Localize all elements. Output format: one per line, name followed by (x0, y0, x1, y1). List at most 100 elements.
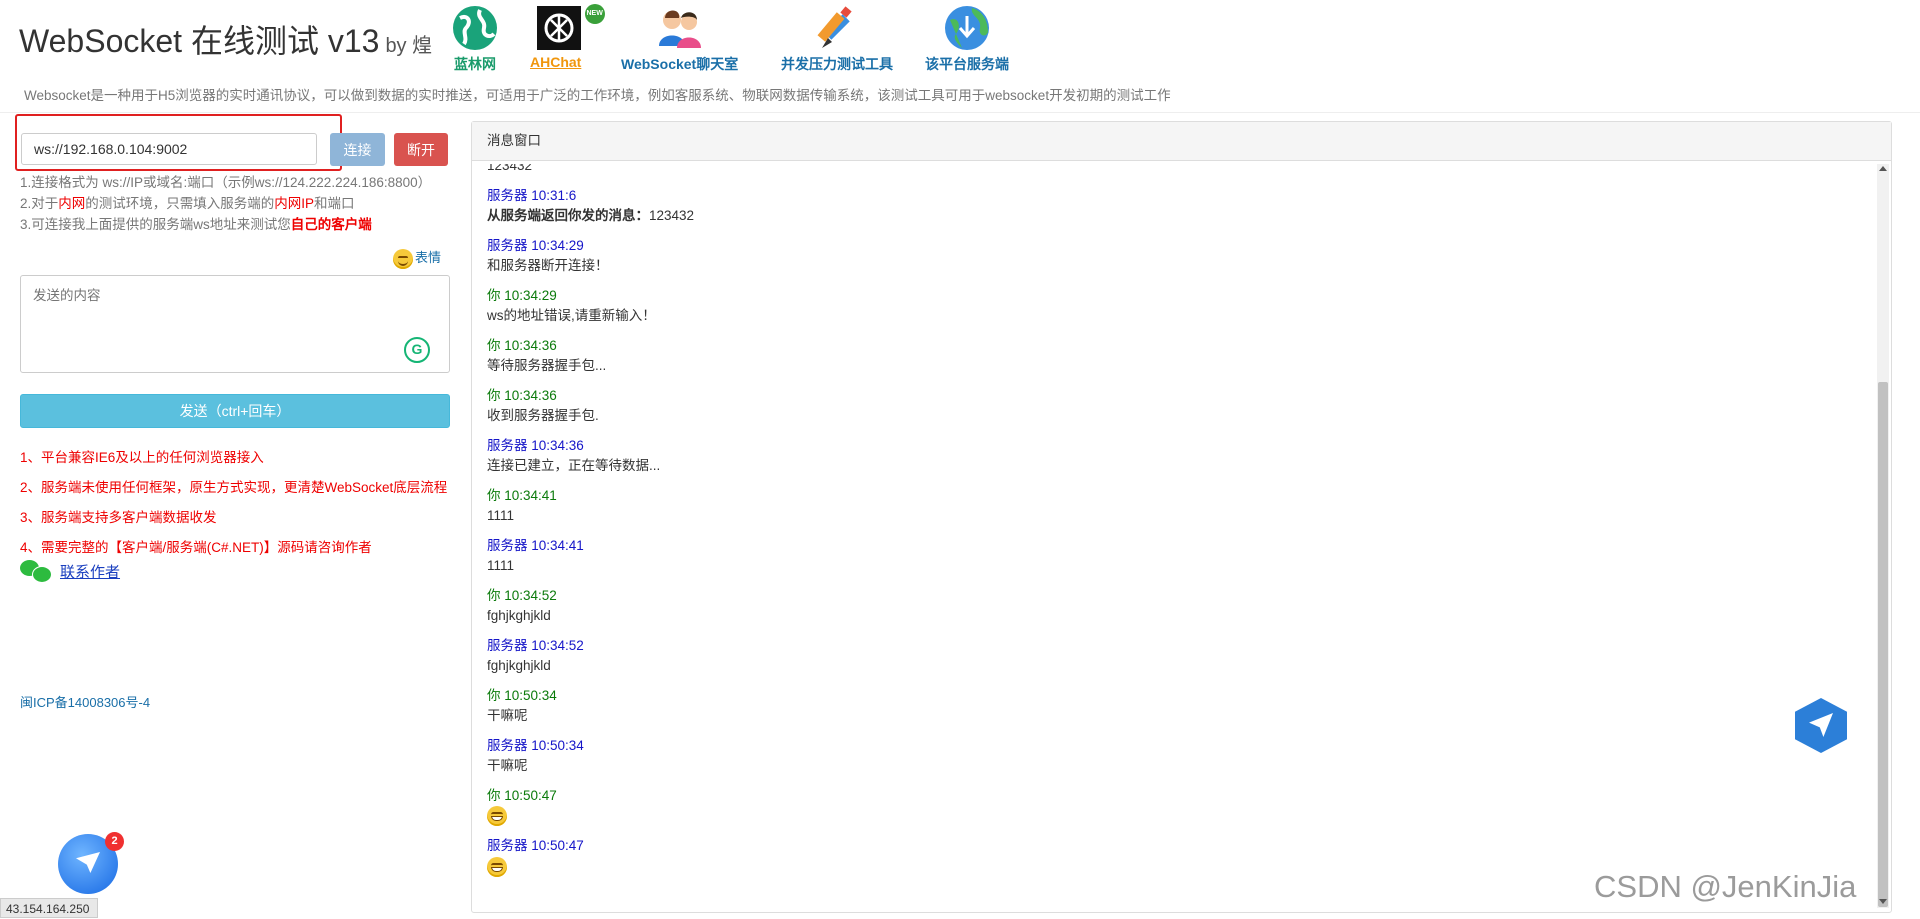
feature-list: 1、平台兼容IE6及以上的任何浏览器接入 2、服务端未使用任何框架，原生方式实现… (20, 443, 447, 563)
hint-text: 2.对于 (20, 196, 59, 211)
wechat-icon (20, 560, 52, 583)
pencil-tool-icon (812, 4, 862, 52)
message-text (487, 806, 1861, 827)
title-author: by 煌 (385, 35, 433, 57)
feature-item: 1、平台兼容IE6及以上的任何浏览器接入 (20, 450, 264, 465)
message-sender: 服务器 10:34:52 (487, 638, 584, 653)
nav-label: 该平台服务端 (925, 56, 1009, 72)
message-input[interactable] (20, 275, 450, 373)
disconnect-button[interactable]: 断开 (394, 133, 448, 166)
message-sender: 你 10:34:36 (487, 388, 557, 403)
message-text: 123432 (487, 164, 533, 173)
new-badge: NEW (584, 4, 605, 24)
chat-users-icon (655, 4, 705, 52)
smile-icon (393, 248, 413, 269)
message-sender: 服务器 10:34:41 (487, 538, 584, 553)
nav-lanlin[interactable]: 蓝林网 (450, 4, 500, 74)
list-item: 服务器 10:34:29 和服务器断开连接！ (487, 236, 1861, 276)
hint-text: 的测试环境，只需填入服务端的 (85, 196, 275, 211)
send-button[interactable]: 发送（ctrl+回车） (20, 394, 450, 428)
list-item: 服务器 10:50:34 干嘛呢 (487, 736, 1861, 776)
nav-platform-server[interactable]: 该平台服务端 (925, 4, 1009, 74)
page-title: WebSocket 在线测试 v13 by 煌 (19, 16, 432, 62)
globe-icon (450, 4, 500, 52)
hint-text: 3.可连接我上面提供的服务端ws地址来测试您 (20, 217, 291, 232)
message-text: fghjkghjkld (487, 608, 551, 623)
grin-emoji-icon (487, 806, 507, 827)
message-window-title: 消息窗口 (472, 122, 1891, 161)
icp-link[interactable]: 闽ICP备14008306号-4 (20, 692, 150, 711)
emoji-picker-button[interactable]: 表情 (393, 247, 441, 269)
list-item: 你 10:34:29 ws的地址错误,请重新输入！ (487, 286, 1861, 326)
hint-line-2: 2.对于内网的测试环境，只需填入服务端的内网IP和端口 (20, 193, 431, 214)
ip-address: 43.154.164.250 (0, 898, 98, 918)
message-window: 消息窗口 123432 服务器 10:31:6 从服务端返回你发的消息：12343… (471, 121, 1892, 913)
list-item: 你 10:34:36 等待服务器握手包... (487, 336, 1861, 376)
contact-author: 联系作者 (20, 560, 120, 583)
message-sender: 你 10:34:36 (487, 338, 557, 353)
nav-websocket-chatroom[interactable]: WebSocket聊天室 (621, 4, 738, 74)
title-text: WebSocket 在线测试 v13 (19, 23, 380, 59)
message-text: ws的地址错误,请重新输入！ (487, 308, 656, 323)
list-item: 你 10:34:41 1111 (487, 486, 1861, 526)
message-list[interactable]: 123432 服务器 10:31:6 从服务端返回你发的消息：123432 服务器… (487, 164, 1861, 912)
list-item: 你 10:50:47 (487, 786, 1861, 827)
scroll-down-icon[interactable] (1879, 899, 1887, 904)
grammarly-icon[interactable] (404, 337, 430, 363)
message-text: 连接已建立，正在等待数据... (487, 458, 661, 473)
message-sender: 服务器 10:50:47 (487, 838, 584, 854)
message-text: 和服务器断开连接！ (487, 258, 609, 273)
message-sender: 你 10:34:52 (487, 588, 557, 603)
message-sender: 服务器 10:50:34 (487, 738, 584, 753)
list-item: 你 10:34:52 fghjkghjkld (487, 586, 1861, 626)
watermark: CSDN @JenKinJia (1594, 869, 1857, 904)
nav-label: 蓝林网 (454, 56, 496, 72)
message-text: 1111 (487, 508, 515, 523)
nav-label: AHChat (530, 54, 582, 70)
list-item: 服务器 10:34:52 fghjkghjkld (487, 636, 1861, 676)
nav-label: WebSocket聊天室 (621, 56, 739, 72)
hint-line-1: 1.连接格式为 ws://IP或域名:端口（示例ws://124.222.224… (20, 175, 432, 190)
scroll-up-icon[interactable] (1879, 166, 1887, 171)
message-text: 收到服务器握手包. (487, 408, 599, 423)
feature-item: 4、需要完整的【客户端/服务端(C#.NET)】源码请咨询作者 (20, 540, 372, 555)
hint-highlight: 内网IP (274, 196, 315, 211)
nav-stress-test-tool[interactable]: 并发压力测试工具 (781, 4, 893, 74)
message-sender: 你 10:34:29 (487, 288, 557, 303)
message-value: 123432 (649, 208, 695, 223)
intro-text: Websocket是一种用于H5浏览器的实时通讯协议，可以做到数据的实时推送，可… (24, 88, 1171, 103)
contact-author-link[interactable]: 联系作者 (60, 564, 120, 581)
message-text: 等待服务器握手包... (487, 358, 607, 373)
earth-download-icon (942, 4, 992, 52)
header-divider (0, 112, 1920, 113)
feature-item: 3、服务端支持多客户端数据收发 (20, 510, 217, 525)
grin-emoji-icon (487, 856, 507, 877)
message-text: 从服务端返回你发的消息：123432 (487, 206, 1861, 226)
openai-icon: NEW (531, 4, 605, 52)
message-text: 干嘛呢 (487, 708, 528, 723)
hint-line-3: 3.可连接我上面提供的服务端ws地址来测试您自己的客户端 (20, 214, 431, 235)
hint-highlight: 自己的客户端 (290, 217, 372, 232)
ws-url-input[interactable] (21, 133, 317, 165)
message-sender: 服务器 10:34:36 (487, 438, 584, 453)
connect-button[interactable]: 连接 (330, 133, 385, 166)
message-sender: 你 10:34:41 (487, 488, 557, 503)
notification-badge: 2 (105, 832, 124, 851)
list-item: 123432 (487, 164, 1861, 176)
message-text: 1111 (487, 558, 515, 573)
feature-item: 2、服务端未使用任何框架，原生方式实现，更清楚WebSocket底层流程 (20, 480, 448, 495)
message-text: 干嘛呢 (487, 758, 528, 773)
scrollbar-thumb[interactable] (1878, 382, 1888, 907)
emoji-label: 表情 (415, 250, 442, 265)
list-item: 服务器 10:31:6 从服务端返回你发的消息：123432 (487, 186, 1861, 226)
nav-label: 并发压力测试工具 (781, 56, 893, 72)
message-sender: 服务器 10:34:29 (487, 238, 584, 253)
nav-ahchat[interactable]: NEW AHChat (530, 4, 605, 70)
message-text: fghjkghjkld (487, 658, 551, 673)
message-sender: 服务器 10:31:6 (487, 188, 577, 203)
list-item: 你 10:34:36 收到服务器握手包. (487, 386, 1861, 426)
message-sender: 你 10:50:47 (487, 788, 557, 803)
list-item: 你 10:50:34 干嘛呢 (487, 686, 1861, 726)
hint-highlight: 内网 (58, 196, 86, 211)
hint-text: 和端口 (314, 196, 355, 211)
